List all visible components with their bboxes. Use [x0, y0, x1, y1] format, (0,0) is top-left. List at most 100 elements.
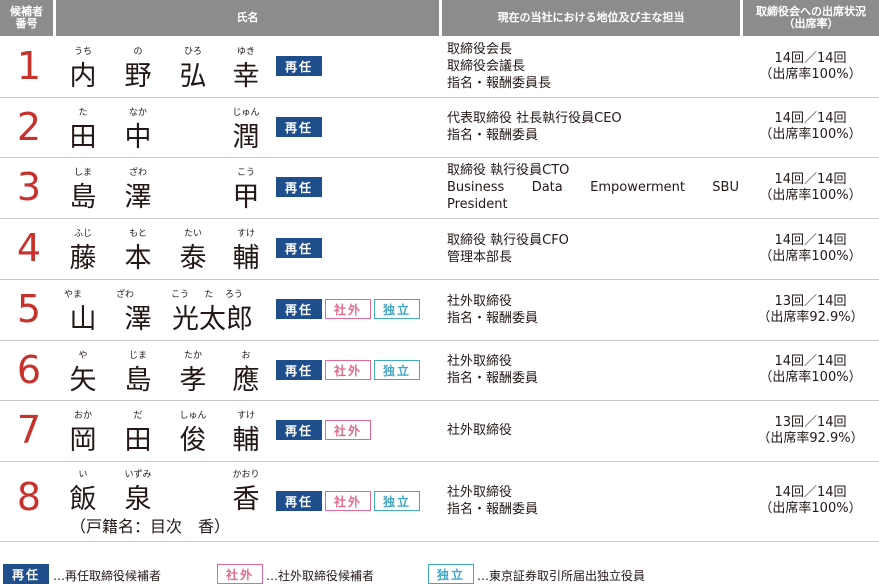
name-kanji: 島	[69, 182, 97, 213]
candidate-row: 6 やじま たかお矢島孝應再任 社外 独立 社外取締役 指名・報酬委員 14回／14回 （出席率…	[0, 340, 879, 400]
name-kanji: 泉	[124, 484, 152, 515]
name-kanji: 潤	[232, 122, 260, 153]
name-kanji: 内	[69, 61, 97, 92]
attendance-count: 13回／14回	[774, 415, 847, 430]
name-kanji: 中	[124, 122, 152, 153]
candidate-row: 4 ふじ もと たい すけ藤本泰輔再任 取締役 執行役員CFO 管理本部長 14回／14回 （出…	[0, 218, 879, 279]
legend-outside-text: …社外取締役候補者	[266, 569, 375, 583]
outside-director-badge: 社外	[325, 360, 371, 380]
header-name-label: 氏名	[236, 11, 259, 24]
legend-independent-text: …東京証券取引所届出独立役員	[477, 569, 646, 583]
position-text: 社外取締役指名・報酬委員	[447, 484, 739, 518]
outside-director-badge: 社外	[325, 420, 371, 440]
reappoint-badge: 再任	[276, 299, 322, 319]
attendance-count: 13回／14回	[774, 294, 847, 309]
position-line: President	[447, 197, 508, 212]
independent-badge: 独立	[374, 299, 420, 319]
attendance-rate: （出席率100%）	[759, 249, 862, 264]
attendance: 13回／14回 （出席率92.9%）	[742, 415, 879, 447]
candidate-number: 1	[16, 44, 42, 88]
position-line: 代表取締役 社長執行役員CEO	[447, 111, 622, 126]
row-divider	[0, 541, 879, 542]
header-number-label: 候補者 番号	[10, 5, 43, 30]
attendance: 14回／14回 （出席率100%）	[742, 485, 879, 517]
name-kanji: 田	[69, 122, 97, 153]
name-kanji: 甲	[232, 182, 260, 213]
legend-reappoint-badge: 再任	[3, 564, 49, 584]
reappoint-badge: 再任	[276, 56, 322, 76]
outside-director-badge-label: 社外	[333, 423, 362, 438]
name-kanji: 岡	[69, 425, 97, 456]
attendance: 13回／14回 （出席率92.9%）	[742, 294, 879, 326]
attendance-count: 14回／14回	[774, 111, 847, 126]
attendance-rate: （出席率100%）	[759, 188, 862, 203]
position-line: 社外取締役	[447, 294, 513, 309]
independent-badge-label: 独立	[382, 494, 411, 509]
name-kanji: 野	[124, 61, 152, 92]
attendance-count: 14回／14回	[774, 233, 847, 248]
attendance-rate: （出席率100%）	[759, 370, 862, 385]
independent-badge: 独立	[374, 360, 420, 380]
position-text: 社外取締役 指名・報酬委員	[447, 353, 739, 387]
position-text: 取締役会長 取締役会議長 指名・報酬委員長	[447, 41, 739, 92]
reappoint-badge: 再任	[276, 238, 322, 258]
outside-director-badge-label: 社外	[333, 302, 362, 317]
name-kanji: 泰	[179, 243, 207, 274]
attendance: 14回／14回 （出席率100%）	[742, 172, 879, 204]
name-kanji: 輔	[232, 243, 260, 274]
header-position-label: 現在の当社における地位及び主な担当	[497, 11, 685, 24]
position-line: 指名・報酬委員	[447, 502, 539, 517]
candidate-row: 7 おかだしゅん すけ岡田俊輔再任 社外 社外取締役 13回／14回 （出席率92.9%）	[0, 400, 879, 461]
name-kanji: 輔	[232, 425, 260, 456]
reappoint-badge-label: 再任	[284, 494, 313, 509]
attendance-rate: （出席率100%）	[759, 127, 862, 142]
outside-director-badge: 社外	[325, 491, 371, 511]
name-kanji: 島	[124, 365, 152, 396]
attendance-rate: （出席率92.9%）	[757, 431, 864, 446]
candidate-number: 4	[16, 226, 42, 270]
name-kanji: 澤	[124, 182, 152, 213]
header-number: 候補者 番号	[0, 0, 53, 36]
reappoint-badge-label: 再任	[284, 302, 313, 317]
legend-reappoint-text: …再任取締役候補者	[53, 569, 162, 583]
legend-independent-badge: 独立	[428, 564, 474, 584]
attendance: 14回／14回 （出席率100%）	[742, 51, 879, 83]
position-line: 取締役 執行役員CTO	[447, 163, 570, 178]
attendance: 14回／14回 （出席率100%）	[742, 354, 879, 386]
name-kanji: 田	[124, 425, 152, 456]
legend-outside-badge-label: 社外	[225, 567, 254, 582]
position-line: 管理本部長	[447, 250, 513, 265]
attendance-rate: （出席率100%）	[759, 67, 862, 82]
attendance-count: 14回／14回	[774, 172, 847, 187]
reappoint-badge: 再任	[276, 491, 322, 511]
position-line: 指名・報酬委員	[447, 371, 539, 386]
legend-independent-badge-label: 独立	[436, 567, 465, 582]
attendance-rate: （出席率100%）	[759, 501, 862, 516]
name-kanji: 香	[232, 484, 260, 515]
name-kanji: 本	[124, 243, 152, 274]
independent-badge: 独立	[374, 491, 420, 511]
position-text: 社外取締役	[447, 422, 739, 439]
reappoint-badge-label: 再任	[284, 363, 313, 378]
attendance: 14回／14回 （出席率100%）	[742, 111, 879, 143]
independent-badge-label: 独立	[382, 302, 411, 317]
registered-name-note: （戸籍名：目次 香）	[70, 517, 231, 536]
position-text: 代表取締役 社長執行役員CEO 指名・報酬委員	[447, 110, 739, 144]
position-line: 取締役会議長	[447, 59, 526, 74]
candidate-row: 3 しま ざわ こう島澤甲再任 取締役 執行役員CTO Business Data Emp…	[0, 157, 879, 218]
outside-director-badge-label: 社外	[333, 363, 362, 378]
position-text: 社外取締役指名・報酬委員	[447, 293, 739, 327]
reappoint-badge: 再任	[276, 360, 322, 380]
name-kanji: 孝	[179, 365, 207, 396]
header-position: 現在の当社における地位及び主な担当	[442, 0, 740, 36]
header-attendance-label: 取締役会への出席状況 （出席率）	[756, 5, 866, 30]
position-line: 指名・報酬委員	[447, 311, 539, 326]
name-kanji: 弘	[179, 61, 207, 92]
name-kanji: 山	[69, 304, 97, 335]
reappoint-badge: 再任	[276, 177, 322, 197]
name-kanji: 澤	[124, 304, 152, 335]
candidate-number: 8	[16, 475, 42, 519]
name-kanji: 飯	[69, 484, 97, 515]
position-line: 社外取締役	[447, 485, 513, 500]
candidate-number: 7	[16, 408, 42, 452]
